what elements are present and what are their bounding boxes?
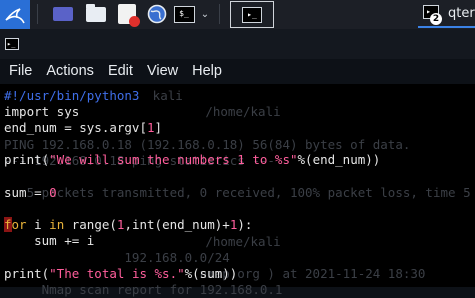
code-editor[interactable]: kali /home/kali PING 192.168.0.18 (192.1… bbox=[0, 84, 475, 297]
menu-file[interactable]: File bbox=[9, 63, 32, 79]
background-text: /home/kali bbox=[100, 234, 281, 249]
number-literal: 1 bbox=[147, 120, 155, 135]
file-manager-icon[interactable] bbox=[85, 3, 107, 25]
shebang: #!/usr/bin/python3 bbox=[4, 88, 140, 103]
kali-menu-icon[interactable] bbox=[0, 0, 30, 29]
window-titlebar: ▸_ bbox=[0, 29, 475, 59]
code-text: %(end_num)) bbox=[297, 152, 381, 167]
chevron-down-icon[interactable]: ⌄ bbox=[198, 3, 212, 25]
string-literal: "We will sum the numbers 1 to %s" bbox=[49, 152, 298, 167]
cursor: f bbox=[4, 217, 12, 232]
code-line: print("The total is %s."%(sum)) bbox=[4, 266, 237, 282]
taskbar-separator bbox=[219, 4, 220, 24]
code-line: #!/usr/bin/python3 bbox=[4, 88, 139, 104]
terminal-icon: ▸_ bbox=[5, 38, 19, 50]
number-literal: 0 bbox=[49, 185, 57, 200]
code-text: import sys bbox=[4, 104, 80, 119]
keyword: in bbox=[49, 217, 65, 232]
show-desktop-icon[interactable] bbox=[52, 3, 74, 25]
menu-view[interactable]: View bbox=[147, 63, 178, 79]
code-text: %(sum)) bbox=[184, 266, 238, 281]
background-text: 5 packets transmitted, 0 received, 100% … bbox=[4, 185, 471, 200]
code-text: ,int(end_num)+ bbox=[124, 217, 230, 232]
code-text: ): bbox=[237, 217, 253, 232]
code-text: end_num = sys.argv[ bbox=[4, 120, 147, 135]
active-indicator bbox=[418, 26, 475, 28]
text-editor-icon[interactable] bbox=[115, 3, 140, 27]
code-text: sum = bbox=[4, 185, 50, 200]
menu-actions[interactable]: Actions bbox=[46, 63, 94, 79]
code-text: i bbox=[26, 217, 50, 232]
menu-edit[interactable]: Edit bbox=[108, 63, 133, 79]
background-text: Nmap scan report for 192.168.0.1 bbox=[4, 282, 283, 297]
string-literal: "The total is %s." bbox=[49, 266, 185, 281]
code-text: sum += i bbox=[4, 233, 95, 248]
code-line: print("We will sum the numbers 1 to %s"%… bbox=[4, 152, 380, 168]
workspace-window-thumbnail[interactable]: ▸_ bbox=[230, 1, 274, 28]
keyword: or bbox=[11, 217, 27, 232]
window-count-badge: 2 bbox=[430, 13, 442, 25]
window-title-label: qter bbox=[448, 6, 475, 21]
web-browser-icon[interactable] bbox=[146, 3, 168, 25]
code-line: sum += i bbox=[4, 233, 94, 249]
terminal-glyph: $_ bbox=[173, 5, 195, 23]
terminal-icon: ▸_ bbox=[242, 6, 262, 23]
code-text: ] bbox=[154, 120, 163, 135]
code-line: for i in range(1,int(end_num)+1): bbox=[4, 217, 252, 233]
background-text: /home/kali bbox=[100, 104, 281, 119]
code-line: end_num = sys.argv[1] bbox=[4, 120, 162, 136]
background-text: 192.168.0.0/24 bbox=[4, 250, 230, 265]
background-text: PING 192.168.0.18 (192.168.0.18) 56(84) … bbox=[4, 137, 411, 152]
code-text: print( bbox=[4, 266, 50, 281]
code-line: sum = 0 bbox=[4, 185, 57, 201]
code-text: print( bbox=[4, 152, 50, 167]
taskbar: $_ ⌄ ▸_ ▸_ 2 qter bbox=[0, 0, 475, 29]
code-line: import sys bbox=[4, 104, 79, 120]
taskbar-separator bbox=[37, 4, 38, 24]
code-text: range( bbox=[64, 217, 117, 232]
menubar: File Actions Edit View Help bbox=[0, 59, 475, 83]
taskbar-window-button[interactable]: ▸_ 2 qter bbox=[418, 2, 475, 28]
terminal-launcher-icon[interactable]: $_ bbox=[172, 3, 196, 25]
menu-help[interactable]: Help bbox=[192, 63, 222, 79]
